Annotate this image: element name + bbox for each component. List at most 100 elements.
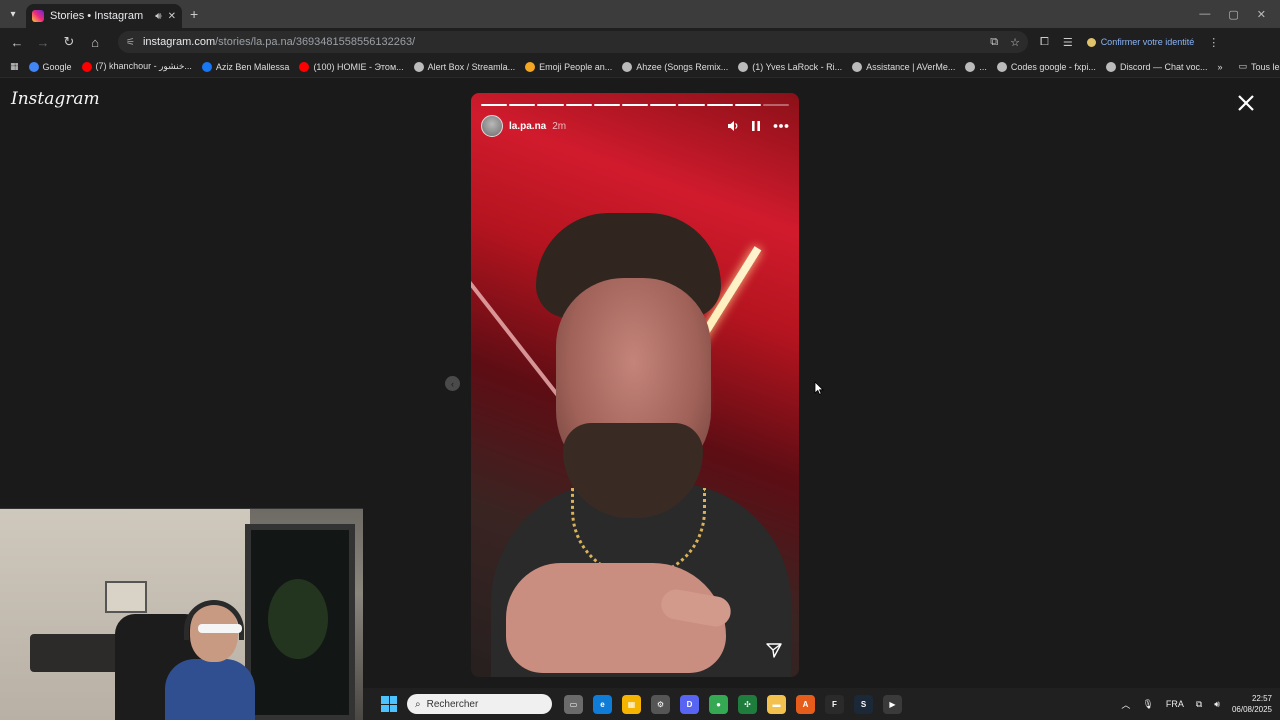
avatar[interactable] [481, 115, 503, 137]
progress-segment [537, 104, 564, 106]
taskbar-apps: ▭ e ▦ ⚙ D ● ✣ ▬ A F S ▶ [564, 694, 902, 714]
install-app-icon[interactable]: ⧉ [990, 36, 998, 49]
store-icon[interactable]: ▦ [622, 694, 641, 714]
language-indicator[interactable]: FRA [1166, 699, 1184, 709]
bookmark-item[interactable]: Alert Box / Streamla... [413, 61, 515, 72]
home-icon[interactable]: ⌂ [84, 31, 106, 53]
bookmark-item[interactable]: Codes google - fxpi... [996, 61, 1096, 72]
clock-time: 22:57 [1251, 694, 1272, 703]
webcam-person [150, 600, 255, 720]
bookmark-item[interactable]: Ahzee (Songs Remix... [622, 61, 728, 72]
bookmarks-bar: ▦ Google (7) khanchour - خنشور... Aziz B… [0, 56, 1280, 78]
taskbar-search-input[interactable]: ⌕ Rechercher [407, 694, 552, 714]
progress-segment [762, 104, 790, 106]
close-stories-icon[interactable] [1236, 93, 1256, 113]
bookmark-item[interactable]: Emoji People an... [525, 61, 612, 72]
bookmark-item[interactable]: Google [28, 61, 72, 72]
microphone-icon[interactable]: 🎙︎ [1142, 699, 1153, 710]
tab-close-icon[interactable]: ✕ [168, 11, 176, 22]
more-bookmarks-icon[interactable]: » [1217, 62, 1222, 72]
extensions-icon[interactable]: ⧠ [1040, 36, 1049, 49]
file-explorer-icon[interactable]: ▬ [767, 694, 786, 714]
volume-icon[interactable] [727, 120, 739, 132]
bookmark-item[interactable]: Discord — Chat voc... [1105, 61, 1207, 72]
progress-segment [650, 104, 677, 106]
url-host: instagram.com [142, 36, 216, 48]
story-viewer[interactable]: la.pa.na 2m [471, 93, 799, 677]
progress-segment [678, 104, 705, 106]
fox-app-icon[interactable]: F [825, 694, 844, 714]
story-username[interactable]: la.pa.na [509, 121, 546, 132]
bookmark-item[interactable]: (100) HOMIE - Этом... [299, 61, 404, 72]
new-tab-button[interactable]: + [190, 6, 198, 22]
webcam-overlay [0, 508, 363, 720]
edge-icon[interactable]: e [593, 694, 612, 714]
story-progress-bar [481, 104, 790, 106]
discord-icon[interactable]: D [680, 694, 699, 714]
story-time: 2m [552, 120, 567, 132]
window-close-icon[interactable]: ✕ [1257, 8, 1266, 21]
browser-menu-icon[interactable]: ⋮ [1208, 36, 1219, 49]
tab-search-icon[interactable]: ▾ [0, 0, 26, 28]
globe-icon [622, 61, 633, 72]
maximize-icon[interactable]: ▢ [1228, 8, 1238, 21]
bookmark-item[interactable]: (1) Yves LaRock - Ri... [738, 61, 842, 72]
previous-story-icon[interactable]: ‹ [445, 376, 460, 391]
instagram-favicon-icon [32, 10, 44, 22]
settings-icon[interactable]: ⚙ [651, 694, 670, 714]
progress-segment [734, 104, 761, 106]
url-path: /stories/la.pa.na/3693481558556132263/ [215, 36, 416, 48]
webcam-person-body [165, 659, 255, 720]
bookmark-item[interactable]: ... [965, 61, 987, 72]
webcam-wall-picture [105, 581, 147, 613]
progress-segment [593, 104, 620, 106]
bookmark-favicon-icon [28, 61, 39, 72]
media-player-icon[interactable]: ▶ [883, 694, 902, 714]
identity-button[interactable]: Confirmer votre identité [1086, 37, 1194, 47]
bookmark-item[interactable]: (7) khanchour - خنشور... [81, 61, 192, 72]
speaker-icon[interactable]: 🔊︎ [1214, 699, 1220, 710]
apps-grid-icon[interactable]: ▦ [10, 61, 19, 72]
tab-title: Stories • Instagram [50, 10, 144, 22]
globe-icon [996, 61, 1007, 72]
globe-icon [738, 61, 749, 72]
browser-toolbar: ← → ↻ ⌂ ⚟ instagram.com/stories/la.pa.na… [0, 28, 1280, 56]
more-options-icon[interactable] [773, 123, 789, 129]
progress-segment [481, 104, 508, 106]
search-placeholder: Rechercher [426, 698, 479, 710]
steam-icon[interactable]: S [854, 694, 873, 714]
windows-taskbar: ⌕ Rechercher ▭ e ▦ ⚙ D ● ✣ ▬ A F S ▶ ︿ 🎙︎ FRA ⧉ 🔊︎ … [363, 688, 1280, 720]
media-controls-icon[interactable]: ☰ [1063, 36, 1073, 49]
reload-icon[interactable]: ↻ [58, 31, 80, 53]
tray-overflow-icon[interactable]: ︿ [1121, 698, 1130, 711]
site-info-icon[interactable]: ⚟ [126, 37, 135, 48]
bookmark-item[interactable]: Aziz Ben Mallessa [201, 61, 289, 72]
share-send-icon[interactable] [765, 641, 783, 659]
network-icon[interactable]: ⧉ [1196, 699, 1202, 710]
back-icon[interactable]: ← [6, 31, 28, 53]
bookmark-star-icon[interactable]: ☆ [1010, 36, 1020, 49]
windows-start-icon[interactable] [381, 696, 397, 712]
taskbar-clock[interactable]: 22:57 06/08/2025 [1232, 693, 1272, 715]
chrome-icon[interactable]: ● [709, 694, 728, 714]
address-bar[interactable]: ⚟ instagram.com/stories/la.pa.na/3693481… [118, 31, 1028, 53]
story-header: la.pa.na 2m [481, 115, 789, 137]
system-tray: ︿ 🎙︎ FRA ⧉ 🔊︎ 22:57 06/08/2025 [1121, 693, 1280, 715]
progress-segment [706, 104, 733, 106]
task-view-icon[interactable]: ▭ [564, 694, 583, 714]
minimize-icon[interactable]: — [1199, 8, 1210, 21]
tab-strip: ▾ Stories • Instagram 🔊︎ ✕ + — ▢ ✕ [0, 0, 1280, 28]
app-green-icon[interactable]: ✣ [738, 694, 757, 714]
instagram-logo[interactable]: Instagram [11, 89, 100, 109]
tab-stories-instagram[interactable]: Stories • Instagram 🔊︎ ✕ [26, 4, 182, 28]
forward-icon[interactable]: → [32, 31, 54, 53]
globe-icon [965, 61, 976, 72]
progress-segment [565, 104, 592, 106]
tab-audio-icon[interactable]: 🔊︎ [155, 11, 161, 22]
all-bookmarks-folder[interactable]: ▭Tous les favoris [1238, 61, 1280, 72]
pause-icon[interactable] [751, 120, 761, 132]
app-orange-icon[interactable]: A [796, 694, 815, 714]
bookmark-item[interactable]: Assistance | AVerMe... [852, 61, 955, 72]
globe-icon [1105, 61, 1116, 72]
globe-icon [413, 61, 424, 72]
